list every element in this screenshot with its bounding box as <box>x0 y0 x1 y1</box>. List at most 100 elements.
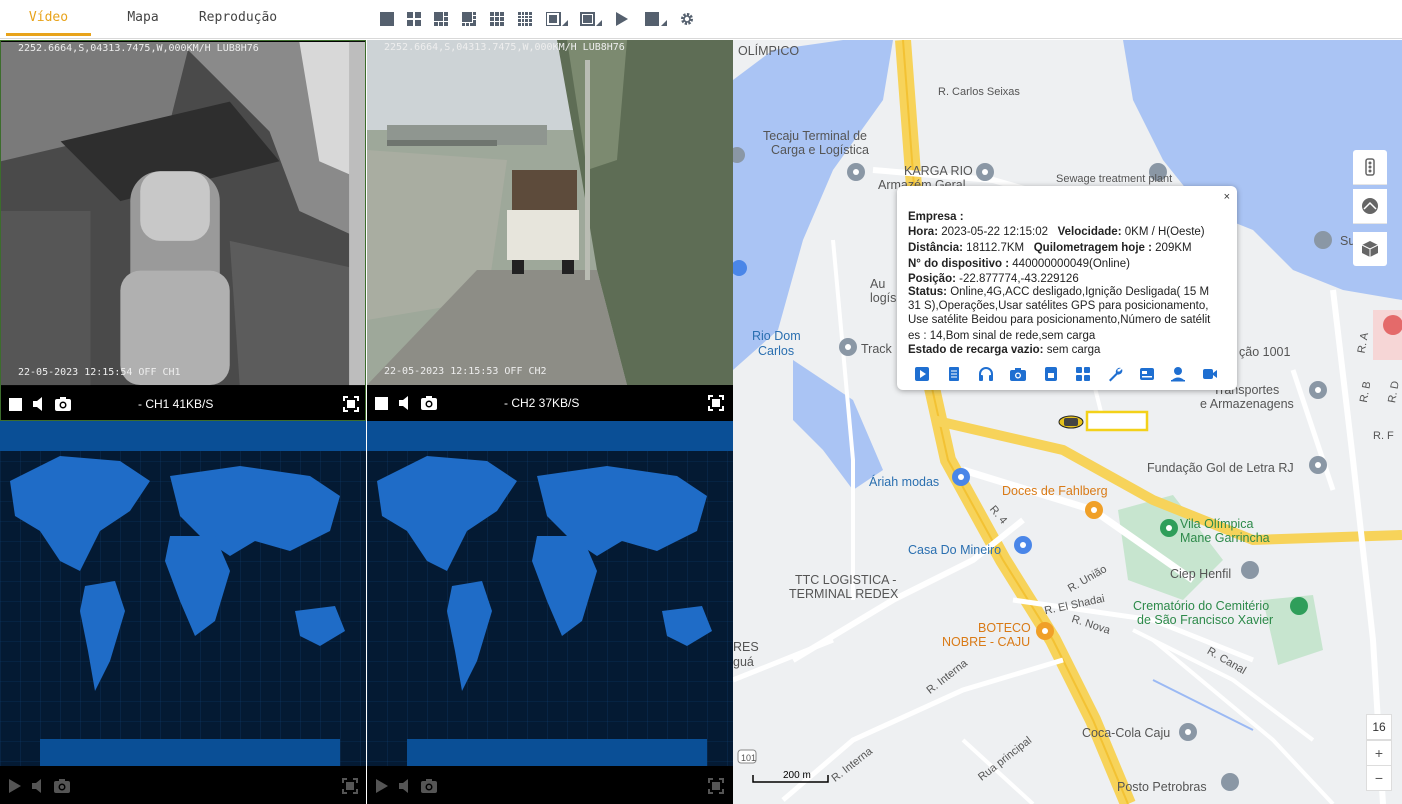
fullscreen-icon[interactable] <box>342 778 358 794</box>
layout-16-icon[interactable] <box>518 12 532 26</box>
ch1-label: - CH1 41KB/S <box>138 397 214 411</box>
map-label: KARGA RIO <box>904 164 973 178</box>
map-label: Posto Petrobras <box>1117 780 1207 794</box>
popup-close-button[interactable]: × <box>1224 190 1230 206</box>
popup-empresa: Empresa : <box>908 211 964 223</box>
sim-icon[interactable] <box>1043 366 1059 382</box>
map-label: Sewage treatment plant <box>1056 173 1173 185</box>
layout-1-icon[interactable] <box>380 12 394 26</box>
map-street-label: R. Carlos Seixas <box>938 86 1020 98</box>
settings-icon[interactable] <box>680 12 694 26</box>
layout-custom-icon[interactable] <box>546 12 568 26</box>
video-cell-ch4[interactable] <box>367 421 733 804</box>
play-icon[interactable] <box>374 778 390 794</box>
snapshot-icon[interactable] <box>421 778 437 794</box>
map-label: de São Francisco Xavier <box>1137 613 1274 627</box>
video-icon[interactable] <box>914 366 930 382</box>
video-call-icon[interactable] <box>1202 366 1218 382</box>
checkbox-icon[interactable] <box>8 397 24 413</box>
map-label: TERMINAL REDEX <box>789 587 899 601</box>
3d-cube-icon <box>1361 241 1379 257</box>
ch4-control-bar <box>367 766 733 804</box>
stop-all-icon[interactable] <box>645 12 667 26</box>
volume-icon[interactable] <box>397 778 413 794</box>
wrench-icon[interactable] <box>1107 366 1123 382</box>
map-label: ção 1001 <box>1239 345 1291 359</box>
grid-icon[interactable] <box>1075 366 1091 382</box>
fullscreen-icon[interactable] <box>708 395 724 411</box>
volume-icon[interactable] <box>397 395 413 411</box>
layout-6-icon[interactable] <box>434 12 448 26</box>
3d-view-button[interactable] <box>1353 232 1387 266</box>
volume-icon[interactable] <box>30 778 46 794</box>
map-label: BOTECO <box>978 621 1031 635</box>
user-pin-icon[interactable] <box>1170 366 1186 382</box>
map-label: Rio Dom <box>752 329 801 343</box>
tab-video[interactable]: Vídeo <box>6 0 91 36</box>
fullscreen-icon[interactable] <box>343 396 359 412</box>
map-label: Fundação Gol de Letra RJ <box>1147 461 1294 475</box>
map-label: Carga e Logística <box>771 143 869 157</box>
checkbox-icon[interactable] <box>374 396 390 412</box>
map-label: NOBRE - CAJU <box>942 635 1031 649</box>
world-map-placeholder <box>367 421 733 766</box>
ch1-control-bar: - CH1 41KB/S <box>1 386 365 420</box>
document-icon[interactable] <box>946 366 962 382</box>
layout-custom2-icon[interactable] <box>580 12 602 26</box>
map-label: RES <box>733 640 759 654</box>
camera-icon[interactable] <box>1010 366 1026 382</box>
map-label: Áriah modas <box>869 475 940 489</box>
snapshot-icon[interactable] <box>54 778 70 794</box>
map-label: Au <box>870 277 886 291</box>
map-view[interactable]: OLÍMPICO R. Carlos Seixas Tecaju Termina… <box>733 40 1402 804</box>
popup-status-line: Use satélite Beidou para posicionamento,… <box>908 314 1211 326</box>
map-street-label: R. D <box>1386 380 1402 404</box>
layout-8-icon[interactable] <box>462 12 476 26</box>
zoom-in-button[interactable]: + <box>1366 740 1392 766</box>
traffic-button[interactable] <box>1353 150 1387 185</box>
popup-distance-row: Distância: 18112.7KM Quilometragem hoje … <box>908 242 1192 254</box>
play-icon[interactable] <box>7 778 23 794</box>
fullscreen-icon[interactable] <box>708 778 724 794</box>
ch2-label: - CH2 37KB/S <box>504 396 580 410</box>
vehicle-marker[interactable] <box>1058 415 1084 429</box>
ch2-control-bar: - CH2 37KB/S <box>367 385 733 421</box>
map-label: Crematório do Cemitério <box>1133 599 1270 613</box>
popup-hora-row: Hora: 2023-05-22 12:15:02 Velocidade: 0K… <box>908 226 1205 238</box>
map-label: Doces de Fahlberg <box>1002 484 1108 498</box>
map-label: Tecaju Terminal de <box>763 129 867 143</box>
volume-icon[interactable] <box>31 396 47 412</box>
map-label: Coca-Cola Caju <box>1082 726 1171 740</box>
map-label: Vila Olímpica <box>1180 517 1254 531</box>
ch1-osd-bottom: 22-05-2023 12:15:54 OFF CH1 <box>18 367 181 378</box>
card-icon[interactable] <box>1139 366 1155 382</box>
layout-9-icon[interactable] <box>490 12 504 26</box>
zoom-level: 16 <box>1366 714 1392 740</box>
satellite-button[interactable] <box>1353 189 1387 224</box>
headset-icon[interactable] <box>978 366 994 382</box>
map-label: OLÍMPICO <box>738 44 800 58</box>
snapshot-icon[interactable] <box>55 396 71 412</box>
tab-playback[interactable]: Reprodução <box>190 0 286 36</box>
video-cell-ch1[interactable]: 2252.6664,S,04313.7475,W,000KM/H LUB8H76… <box>0 40 366 421</box>
scale-label: 200 m <box>783 770 811 781</box>
satellite-icon <box>1362 198 1378 214</box>
layout-4-icon[interactable] <box>407 12 421 26</box>
video-cell-ch3[interactable] <box>0 421 366 804</box>
ch2-road-frame <box>367 40 733 385</box>
popup-device-row: N° do dispositivo : 440000000049(Online) <box>908 258 1130 270</box>
snapshot-icon[interactable] <box>421 395 437 411</box>
play-all-icon[interactable] <box>615 12 629 26</box>
ch1-osd-top: 2252.6664,S,04313.7475,W,000KM/H LUB8H76 <box>18 43 259 54</box>
vehicle-info-popup: × Empresa : Hora: 2023-05-22 12:15:02 Ve… <box>897 186 1237 390</box>
map-label: Ciep Henfil <box>1170 567 1232 581</box>
map-label: Track <box>861 342 892 356</box>
map-label: Mane Garrincha <box>1180 531 1270 545</box>
map-street-label: R. F <box>1373 430 1394 442</box>
zoom-out-button[interactable]: − <box>1366 765 1392 791</box>
tab-map[interactable]: Mapa <box>105 0 181 36</box>
map-label: e Armazenagens <box>1200 397 1294 411</box>
map-label: Carlos <box>758 344 795 358</box>
ch2-osd-bottom: 22-05-2023 12:15:53 OFF CH2 <box>384 366 547 377</box>
video-cell-ch2[interactable]: 2252.6664,S,04313.7475,W,000KM/H LUB8H76… <box>367 40 733 421</box>
